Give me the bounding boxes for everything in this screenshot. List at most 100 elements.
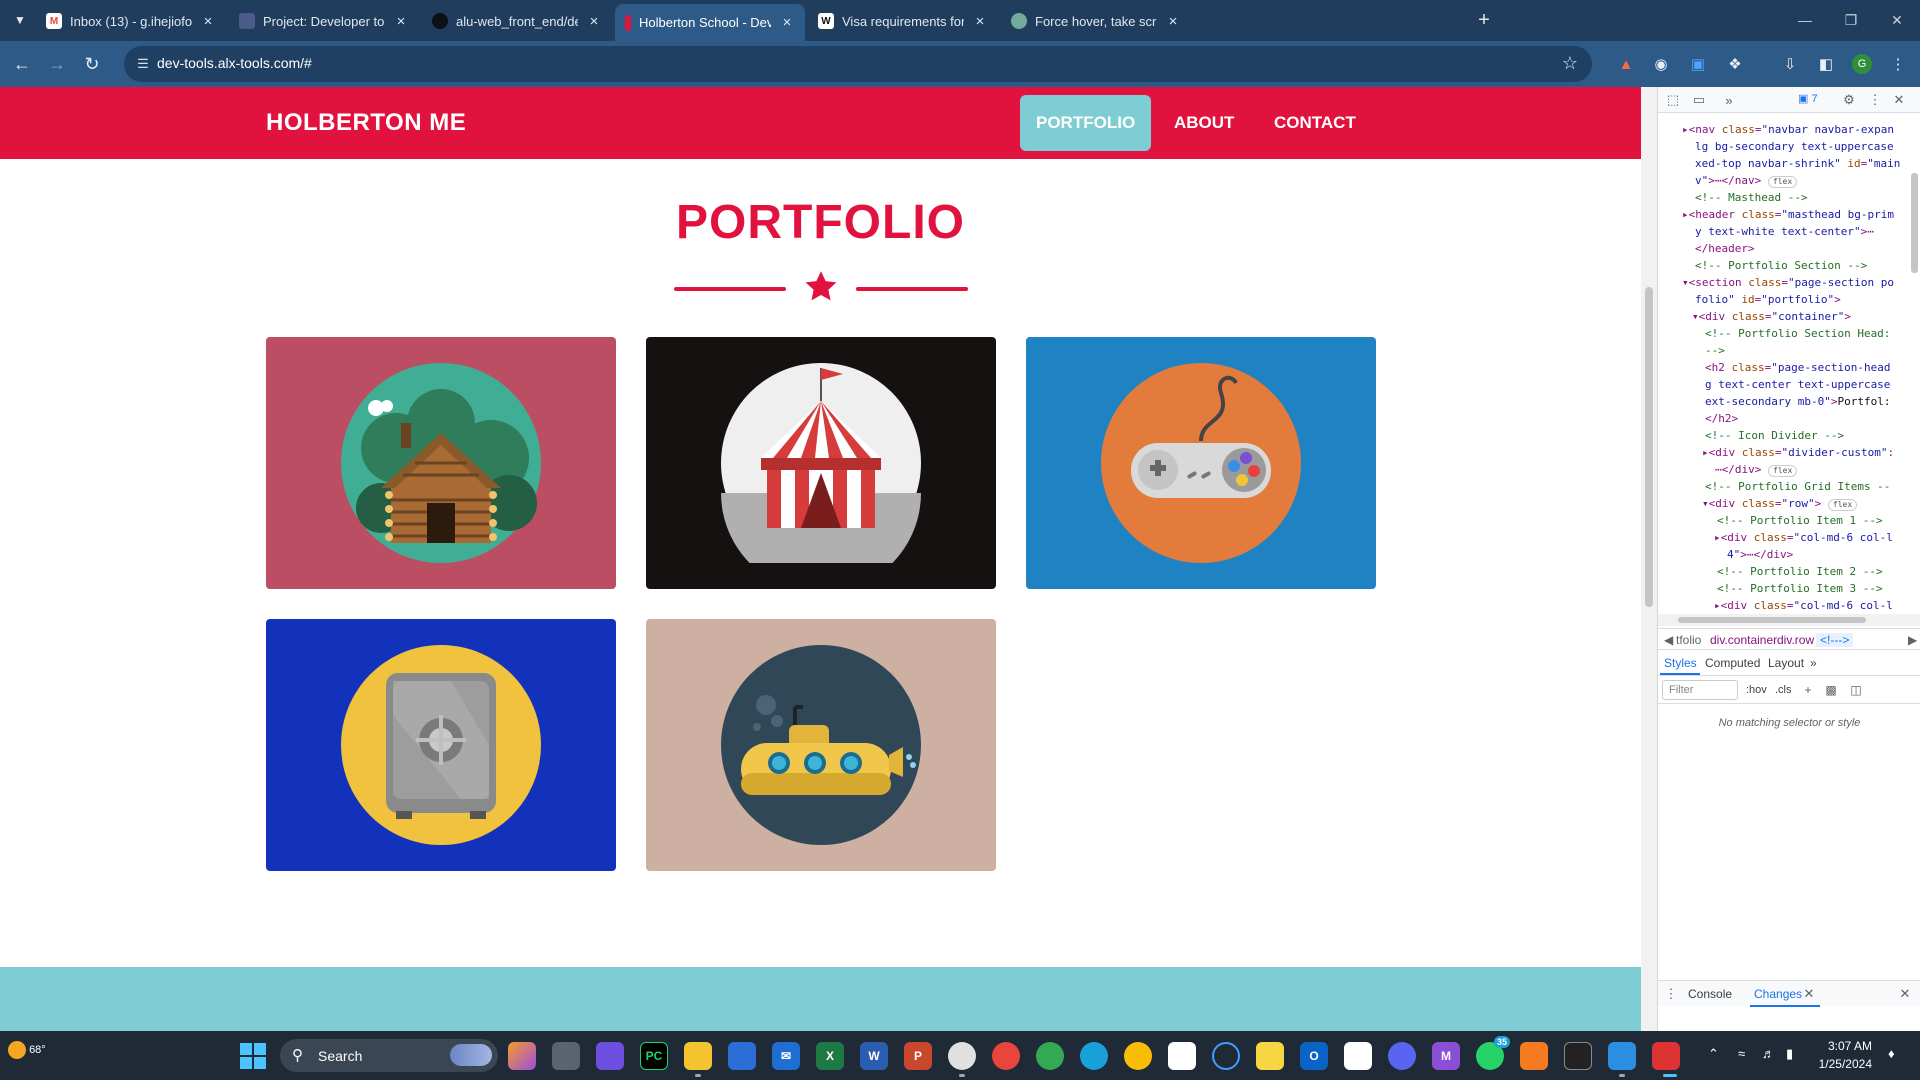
extension-icon[interactable]: ▲ bbox=[1614, 52, 1638, 76]
dom-line[interactable]: ▸<header class="masthead bg-prim bbox=[1682, 206, 1894, 223]
tab-alu-project[interactable]: Project: Developer tools | ALU In × bbox=[229, 6, 419, 36]
system-clock[interactable]: 3:07 AM 1/25/2024 bbox=[1808, 1037, 1872, 1073]
hover-state-toggle[interactable]: :hov bbox=[1746, 684, 1767, 696]
app-m-icon[interactable]: M bbox=[1432, 1042, 1460, 1070]
page-scrollbar[interactable] bbox=[1641, 87, 1657, 1031]
wifi-icon[interactable]: ≈ bbox=[1738, 1046, 1745, 1061]
inspect-element-icon[interactable]: ⬚ bbox=[1664, 91, 1682, 109]
tab-holberton-active[interactable]: Holberton School - Developer t × bbox=[615, 4, 805, 41]
snipping-tool-icon[interactable] bbox=[1652, 1042, 1680, 1070]
more-menu-icon[interactable]: ⋮ bbox=[1886, 52, 1910, 76]
microsoft-store-icon[interactable] bbox=[728, 1042, 756, 1070]
devtools-menu-icon[interactable]: ⋮ bbox=[1866, 91, 1884, 109]
portfolio-item-circus[interactable] bbox=[646, 337, 996, 589]
chrome-icon[interactable] bbox=[1036, 1042, 1064, 1070]
dom-line[interactable]: ▾<div class="container"> bbox=[1692, 308, 1851, 325]
dom-line[interactable]: ▸<div class="col-md-6 col-l bbox=[1714, 597, 1893, 614]
windows-start-icon[interactable] bbox=[240, 1043, 266, 1069]
profile-avatar-icon[interactable]: G bbox=[1852, 54, 1872, 74]
dom-line[interactable]: <h2 class="page-section-head bbox=[1705, 359, 1890, 376]
mail-icon[interactable]: ✉ bbox=[772, 1042, 800, 1070]
site-brand[interactable]: HOLBERTON ME bbox=[266, 109, 466, 137]
word-icon[interactable]: W bbox=[860, 1042, 888, 1070]
elements-horizontal-scrollbar[interactable] bbox=[1658, 614, 1920, 626]
pycharm-icon[interactable]: PC bbox=[640, 1042, 668, 1070]
close-tab-icon[interactable]: × bbox=[779, 14, 795, 31]
breadcrumb-right-arrow-icon[interactable]: ▶ bbox=[1908, 633, 1917, 647]
nav-contact[interactable]: CONTACT bbox=[1258, 95, 1372, 151]
battery-icon[interactable]: ▮ bbox=[1786, 1046, 1793, 1062]
close-tab-icon[interactable]: × bbox=[393, 13, 409, 30]
excel-icon[interactable]: X bbox=[816, 1042, 844, 1070]
tab-gmail[interactable]: M Inbox (13) - g.ihejiofor@alustud × bbox=[36, 6, 226, 36]
close-drawer-icon[interactable]: ✕ bbox=[1898, 986, 1912, 1002]
device-toolbar-icon[interactable]: ▭ bbox=[1690, 91, 1708, 109]
tab-layout[interactable]: Layout bbox=[1768, 656, 1804, 670]
forward-icon[interactable]: → bbox=[45, 52, 69, 76]
copilot-icon[interactable] bbox=[508, 1042, 536, 1070]
outlook-icon[interactable]: O bbox=[1300, 1042, 1328, 1070]
side-panel-icon[interactable]: ◧ bbox=[1814, 52, 1838, 76]
drawer-menu-icon[interactable]: ⋮ bbox=[1664, 986, 1678, 1002]
cortana-icon[interactable] bbox=[1212, 1042, 1240, 1070]
breadcrumb-item-selected[interactable]: <!---> bbox=[1816, 633, 1854, 647]
close-window-icon[interactable]: ✕ bbox=[1874, 6, 1920, 34]
portfolio-item-controller[interactable] bbox=[1026, 337, 1376, 589]
drawer-tab-changes[interactable]: Changes bbox=[1754, 987, 1802, 1001]
breadcrumb-item[interactable]: div.container bbox=[1710, 633, 1777, 647]
teams-chat-icon[interactable] bbox=[596, 1042, 624, 1070]
breadcrumb-left-arrow-icon[interactable]: ◀ bbox=[1664, 633, 1673, 647]
tab-search-icon[interactable]: ▼ bbox=[8, 8, 32, 32]
elements-vertical-scrollbar[interactable] bbox=[1908, 113, 1920, 613]
chrome-profile-icon[interactable] bbox=[948, 1042, 976, 1070]
taskbar-search[interactable]: ⚲ Search bbox=[280, 1039, 498, 1072]
extensions-puzzle-icon[interactable]: ❖ bbox=[1723, 52, 1747, 76]
chrome-icon[interactable] bbox=[1124, 1042, 1152, 1070]
restore-icon[interactable]: ❐ bbox=[1828, 6, 1874, 34]
close-tab-icon[interactable]: × bbox=[200, 13, 216, 30]
file-explorer-icon[interactable] bbox=[684, 1042, 712, 1070]
dom-line[interactable]: ▾<div class="row"> flex bbox=[1702, 495, 1858, 512]
weather-widget[interactable]: 68° bbox=[8, 1041, 46, 1059]
settings-gear-icon[interactable]: ⚙ bbox=[1840, 91, 1858, 109]
address-bar[interactable]: ☰ dev-tools.alx-tools.com/# ☆ bbox=[124, 46, 1592, 82]
dom-line[interactable]: ▸<nav class="navbar navbar-expan bbox=[1682, 121, 1894, 138]
document-icon[interactable] bbox=[1344, 1042, 1372, 1070]
bookmark-star-icon[interactable]: ☆ bbox=[1562, 53, 1578, 74]
volume-icon[interactable]: ♬ bbox=[1762, 1046, 1775, 1061]
tab-chatgpt[interactable]: Force hover, take screenshot. × bbox=[1001, 6, 1191, 36]
edge-icon[interactable] bbox=[1080, 1042, 1108, 1070]
nav-portfolio[interactable]: PORTFOLIO bbox=[1020, 95, 1152, 151]
more-subtabs-icon[interactable]: » bbox=[1810, 656, 1817, 670]
tab-github[interactable]: alu-web_front_end/developer_t × bbox=[422, 6, 612, 36]
class-toggle[interactable]: .cls bbox=[1775, 684, 1792, 696]
issues-badge[interactable]: ▣ 7 bbox=[1798, 92, 1818, 105]
close-tab-icon[interactable]: × bbox=[586, 13, 602, 30]
discord-icon[interactable] bbox=[1388, 1042, 1416, 1070]
portfolio-item-submarine[interactable] bbox=[646, 619, 996, 871]
download-icon[interactable]: ⇩ bbox=[1778, 52, 1802, 76]
tab-computed[interactable]: Computed bbox=[1705, 656, 1760, 670]
dom-line[interactable]: ▾<section class="page-section po bbox=[1682, 274, 1894, 291]
more-tabs-icon[interactable]: » bbox=[1720, 91, 1738, 109]
nav-about[interactable]: ABOUT bbox=[1158, 95, 1250, 151]
sublime-icon[interactable] bbox=[1520, 1042, 1548, 1070]
drawer-tab-console[interactable]: Console bbox=[1688, 987, 1732, 1001]
close-devtools-icon[interactable]: ✕ bbox=[1890, 91, 1908, 109]
close-tab-icon[interactable]: × bbox=[972, 13, 988, 30]
close-changes-icon[interactable]: ✕ bbox=[1802, 986, 1816, 1002]
reload-icon[interactable]: ↻ bbox=[80, 52, 104, 76]
tab-styles[interactable]: Styles bbox=[1664, 656, 1697, 670]
paint-icon[interactable]: ▩ bbox=[1823, 682, 1839, 698]
task-view-icon[interactable] bbox=[552, 1042, 580, 1070]
portfolio-item-cabin[interactable] bbox=[266, 337, 616, 589]
elements-tree[interactable]: ▸<nav class="navbar navbar-expan lg bg-s… bbox=[1658, 113, 1920, 617]
chrome-icon[interactable] bbox=[992, 1042, 1020, 1070]
back-icon[interactable]: ← bbox=[10, 52, 34, 76]
breadcrumb-item[interactable]: tfolio bbox=[1676, 633, 1701, 647]
document-icon[interactable] bbox=[1168, 1042, 1196, 1070]
toggle-sidebar-icon[interactable]: ◫ bbox=[1848, 682, 1864, 698]
tab-wikipedia[interactable]: W Visa requirements for Nigerian × bbox=[808, 6, 998, 36]
extension-icon[interactable]: ▣ bbox=[1686, 52, 1710, 76]
new-tab-icon[interactable]: + bbox=[1472, 8, 1496, 32]
